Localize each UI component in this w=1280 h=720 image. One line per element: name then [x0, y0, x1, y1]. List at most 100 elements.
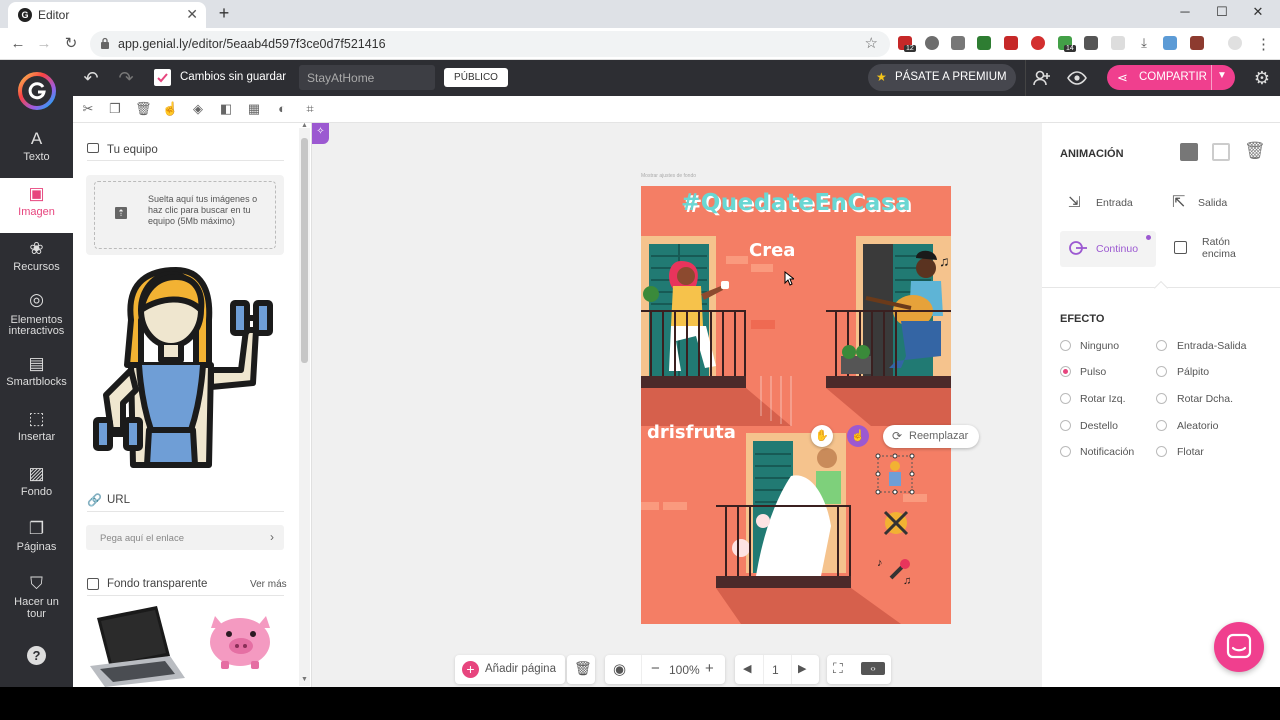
replace-button[interactable]: ⟳ Reemplazar: [883, 425, 979, 448]
back-icon[interactable]: ←: [8, 34, 28, 54]
scroll-up-icon[interactable]: ▲: [301, 122, 308, 129]
bookmark-star-icon[interactable]: ☆: [865, 34, 878, 52]
next-page-icon[interactable]: ▶: [798, 662, 806, 675]
copy-animation-icon[interactable]: [1180, 143, 1198, 161]
browser-menu-icon[interactable]: ⋮: [1256, 35, 1271, 53]
trigger-entrada[interactable]: ⇲ Entrada: [1060, 187, 1158, 217]
browser-tab[interactable]: G Editor ✕: [8, 2, 206, 28]
left-panel-scrollbar[interactable]: ▲ ▼: [299, 122, 310, 686]
preview-eye-icon[interactable]: [1067, 68, 1091, 88]
effect-label[interactable]: Ninguno: [1080, 340, 1119, 352]
radio-destello[interactable]: [1060, 420, 1071, 431]
radio-rotar-dcha[interactable]: [1156, 393, 1167, 404]
scroll-down-icon[interactable]: ▼: [301, 676, 308, 683]
profile-avatar[interactable]: [1228, 36, 1242, 50]
preview-eye-icon[interactable]: ◉: [613, 660, 626, 678]
trigger-continuo[interactable]: Continuo: [1060, 231, 1156, 267]
chevron-right-icon[interactable]: ›: [270, 530, 274, 544]
visibility-button[interactable]: PÚBLICO: [444, 68, 508, 87]
duplicate-icon[interactable]: ❐: [107, 101, 123, 117]
filter-icon[interactable]: ◐: [274, 101, 290, 117]
effect-label[interactable]: Pulso: [1080, 366, 1106, 378]
cut-icon[interactable]: ✂: [80, 101, 96, 117]
delete-icon[interactable]: 🗑: [135, 101, 152, 117]
extension-icon[interactable]: [1111, 36, 1125, 50]
extension-icon[interactable]: [1190, 36, 1204, 50]
crop-icon[interactable]: ⌗: [302, 101, 318, 117]
project-title-input[interactable]: StayAtHome: [299, 65, 435, 90]
help-icon[interactable]: ?: [27, 646, 46, 665]
redo-icon[interactable]: ↷: [114, 68, 138, 89]
new-tab-button[interactable]: +: [214, 4, 234, 24]
previous-page-icon[interactable]: ◀: [743, 662, 751, 675]
radio-notificacion[interactable]: [1060, 446, 1071, 457]
effect-label[interactable]: Destello: [1080, 420, 1118, 432]
effect-label[interactable]: Rotar Izq.: [1080, 393, 1126, 405]
nav-item-smartblocks[interactable]: ▤ Smartblocks: [0, 348, 73, 403]
reload-icon[interactable]: ↻: [61, 34, 81, 54]
pocket-extension-icon[interactable]: [951, 36, 965, 50]
nav-item-insert[interactable]: ⬚ Insertar: [0, 403, 73, 458]
effect-label[interactable]: Notificación: [1080, 446, 1134, 458]
layers-icon[interactable]: ◈: [190, 101, 206, 117]
genially-page[interactable]: ♫ ♪ ♫ #QuedateEnCasa Crea drisfruta: [641, 186, 951, 624]
chevron-down-icon[interactable]: ▼: [1217, 70, 1227, 81]
scrollbar-thumb[interactable]: [301, 138, 308, 363]
effect-label[interactable]: Rotar Dcha.: [1177, 393, 1233, 405]
zoom-in-button[interactable]: +: [705, 660, 714, 677]
forward-icon[interactable]: →: [34, 34, 54, 54]
nav-item-resources[interactable]: ❀ Recursos: [0, 233, 73, 288]
nav-item-interactive[interactable]: ◎ Elementos interactivos: [0, 288, 73, 348]
add-page-button[interactable]: + Añadir página: [455, 655, 565, 684]
effect-label[interactable]: Entrada-Salida: [1177, 340, 1246, 352]
premium-button[interactable]: ★ PÁSATE A PREMIUM: [868, 64, 1016, 91]
skype-extension-icon[interactable]: [925, 36, 939, 50]
nav-item-background[interactable]: ▨ Fondo: [0, 458, 73, 513]
trigger-raton-encima[interactable]: Ratón encima: [1166, 231, 1264, 267]
pinterest-extension-icon[interactable]: [1031, 36, 1045, 50]
transparency-icon[interactable]: ▦: [246, 101, 262, 117]
radio-ninguno[interactable]: [1060, 340, 1071, 351]
crea-text[interactable]: Crea: [749, 240, 795, 261]
nav-item-text[interactable]: A Texto: [0, 123, 73, 178]
radio-rotar-izq[interactable]: [1060, 393, 1071, 404]
magic-wand-icon[interactable]: ✧: [312, 123, 329, 144]
paste-animation-icon[interactable]: [1212, 143, 1230, 161]
maximize-button[interactable]: ☐: [1207, 4, 1237, 20]
settings-gear-icon[interactable]: ⚙: [1250, 68, 1274, 89]
undo-icon[interactable]: ↶: [79, 68, 103, 89]
align-icon[interactable]: ◧: [218, 101, 234, 117]
nav-item-pages[interactable]: ❐ Páginas: [0, 513, 73, 568]
editor-canvas[interactable]: ✧ Mostrar ajustes de fondo ♫ ♪ ♫ #Quedat…: [312, 123, 1042, 687]
download-icon[interactable]: ⤓: [1137, 36, 1151, 50]
effect-label[interactable]: Flotar: [1177, 446, 1204, 458]
add-collaborator-icon[interactable]: [1032, 68, 1056, 88]
translate-extension-icon[interactable]: [1163, 36, 1177, 50]
see-more-link[interactable]: Ver más: [250, 579, 287, 590]
effect-label[interactable]: Pálpito: [1177, 366, 1209, 378]
minimize-button[interactable]: ─: [1170, 4, 1200, 19]
pdf-extension-icon[interactable]: [1004, 36, 1018, 50]
radio-pulso[interactable]: [1060, 366, 1071, 377]
code-view-icon[interactable]: ‹›: [861, 662, 885, 675]
heading-text[interactable]: #QuedateEnCasa: [661, 190, 931, 216]
nav-item-tour[interactable]: ⛉ Hacer un tour: [0, 568, 73, 628]
woman-dumbbells-image[interactable]: [91, 265, 281, 470]
page-settings-tag[interactable]: Mostrar ajustes de fondo: [641, 173, 711, 182]
upload-dropzone[interactable]: ⇡ Suelta aquí tus imágenes o haz clic pa…: [86, 175, 284, 255]
zoom-out-button[interactable]: −: [651, 660, 660, 677]
disfruta-text[interactable]: drisfruta: [647, 422, 736, 443]
delete-animation-icon[interactable]: 🗑: [1244, 141, 1266, 161]
close-window-button[interactable]: ✕: [1243, 4, 1273, 20]
delete-page-button[interactable]: 🗑: [567, 655, 595, 684]
share-button[interactable]: ⋖ COMPARTIR ▼: [1107, 65, 1235, 90]
effect-label[interactable]: Aleatorio: [1177, 420, 1218, 432]
laptop-image[interactable]: [85, 606, 185, 687]
radio-aleatorio[interactable]: [1156, 420, 1167, 431]
radio-palpito[interactable]: [1156, 366, 1167, 377]
interactivity-hand-icon[interactable]: ✋: [811, 425, 833, 447]
tab-close-icon[interactable]: ✕: [186, 6, 198, 23]
support-chat-button[interactable]: [1214, 622, 1264, 672]
genially-logo[interactable]: [0, 60, 73, 123]
radio-entrada-salida[interactable]: [1156, 340, 1167, 351]
